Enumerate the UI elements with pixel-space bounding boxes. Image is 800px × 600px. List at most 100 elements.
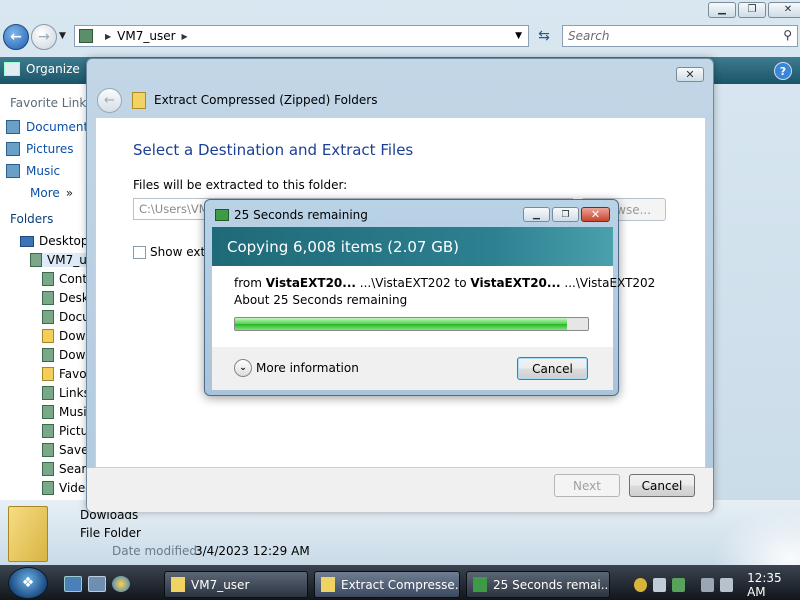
tree-item-desktop[interactable]: Desktop — [20, 234, 89, 248]
refresh-icon[interactable]: ⇆ — [532, 25, 556, 47]
breadcrumb-segment[interactable]: VM7_user — [117, 29, 175, 43]
breadcrumb-chevron-icon[interactable]: ▶ — [105, 32, 111, 41]
music-folder-icon — [42, 405, 54, 419]
explorer-window-controls: ▁ ❐ ✕ — [708, 2, 800, 18]
sidebar-item-label: Music — [26, 164, 61, 178]
wizard-back-button[interactable]: ← — [97, 88, 122, 113]
close-button[interactable]: ✕ — [581, 207, 610, 222]
folder-icon — [171, 577, 185, 592]
sidebar-item-pictures[interactable]: Pictures — [6, 142, 74, 156]
device-icon[interactable] — [672, 578, 686, 592]
progress-fill — [235, 318, 567, 330]
arrow-left-icon: ← — [10, 29, 22, 45]
arrow-left-icon: ← — [104, 93, 115, 108]
copy-source-destination: from VistaEXT20... ...\VistaEXT202 to Vi… — [234, 276, 655, 290]
sidebar-item-label: More — [30, 186, 60, 200]
folder-icon — [8, 506, 48, 562]
favorites-icon — [42, 367, 54, 381]
taskbar-item-extract[interactable]: Extract Compresse... — [314, 571, 460, 598]
source-name-link[interactable]: VistaEXT20... — [266, 276, 356, 290]
dest-name-link[interactable]: VistaEXT20... — [470, 276, 560, 290]
from-word: from — [234, 276, 262, 290]
switch-windows-icon[interactable] — [88, 576, 106, 592]
saved-games-icon — [42, 443, 54, 457]
taskbar-item-label: 25 Seconds remai... — [493, 577, 610, 592]
help-button[interactable]: ? — [774, 62, 792, 80]
dialog-title: 25 Seconds remaining — [234, 208, 368, 222]
breadcrumb-chevron-icon[interactable]: ▶ — [182, 32, 188, 41]
sidebar-item-more[interactable]: More » — [30, 186, 73, 200]
source-path: ...\VistaEXT202 — [359, 276, 451, 290]
taskbar-item-explorer[interactable]: VM7_user — [164, 571, 308, 598]
arrow-right-icon: → — [38, 29, 50, 45]
checkbox-box[interactable] — [133, 245, 146, 259]
videos-icon — [42, 481, 54, 495]
search-icon[interactable]: ⚲ — [783, 28, 792, 42]
dest-path: ...\VistaEXT202 — [564, 276, 656, 290]
dialog-title: Extract Compressed (Zipped) Folders — [154, 93, 378, 107]
copy-icon — [473, 577, 487, 592]
more-information-label: More information — [256, 361, 359, 375]
folder-icon — [42, 329, 54, 343]
organize-label: Organize — [26, 62, 80, 76]
organize-icon — [4, 62, 20, 76]
forward-button[interactable]: → — [31, 24, 57, 50]
copy-icon — [215, 209, 229, 221]
search-input[interactable]: Search ⚲ — [562, 25, 798, 47]
minimize-button[interactable]: ▁ — [523, 207, 550, 222]
user-folder-icon — [30, 253, 42, 267]
close-button[interactable]: ✕ — [676, 67, 704, 82]
taskbar-item-copy[interactable]: 25 Seconds remai... — [466, 571, 610, 598]
show-desktop-icon[interactable] — [64, 576, 82, 592]
details-modified-label: Date modified: — [112, 544, 202, 558]
wizard-heading: Select a Destination and Extract Files — [133, 141, 414, 159]
sidebar-item-music[interactable]: Music — [6, 164, 60, 178]
security-shield-icon[interactable] — [634, 578, 648, 592]
progress-bar — [234, 317, 589, 331]
favorite-links-header: Favorite Links — [10, 96, 93, 110]
desktop-icon — [20, 235, 34, 247]
start-button[interactable]: ❖ — [8, 567, 48, 599]
next-button[interactable]: Next — [554, 474, 620, 497]
notification-area: 12:35 AM — [628, 570, 800, 600]
links-icon — [42, 386, 54, 400]
details-modified-value: 3/4/2023 12:29 AM — [195, 544, 310, 558]
search-placeholder: Search — [568, 29, 610, 43]
sidebar-item-documents[interactable]: Documents — [6, 120, 94, 134]
dialog-window-controls: ▁ ❐ ✕ — [523, 207, 610, 222]
more-information-toggle[interactable]: ⌄ More information — [234, 359, 359, 377]
user-folder-icon — [79, 29, 93, 43]
folders-header[interactable]: Folders — [10, 212, 53, 226]
copy-progress-dialog: 25 Seconds remaining ▁ ❐ ✕ Copying 6,008… — [204, 199, 655, 396]
address-bar[interactable]: ▶ VM7_user ▶ ▼ — [74, 25, 529, 47]
music-icon — [6, 164, 20, 178]
details-type: File Folder — [80, 526, 141, 540]
volume-muted-icon[interactable] — [720, 578, 734, 592]
organize-button[interactable]: Organize — [4, 62, 80, 76]
cancel-button[interactable]: Cancel — [629, 474, 695, 497]
desktop-folder-icon — [42, 291, 54, 305]
maximize-button[interactable]: ❐ — [552, 207, 579, 222]
time-remaining: About 25 Seconds remaining — [234, 293, 408, 307]
internet-explorer-icon[interactable] — [112, 576, 130, 592]
address-dropdown-icon[interactable]: ▼ — [515, 31, 522, 41]
tree-item-label: Desktop — [39, 234, 89, 248]
chevron-down-icon: ⌄ — [234, 359, 252, 377]
destination-label: Files will be extracted to this folder: — [133, 178, 348, 192]
back-button[interactable]: ← — [3, 24, 29, 50]
details-swoosh — [700, 500, 800, 565]
taskbar-item-label: VM7_user — [191, 577, 250, 592]
maximize-button[interactable]: ❐ — [738, 2, 766, 18]
network-disconnected-icon[interactable] — [701, 578, 715, 592]
documents-icon — [6, 120, 20, 134]
to-word: to — [454, 276, 467, 290]
close-button[interactable]: ✕ — [768, 2, 800, 18]
clock[interactable]: 12:35 AM — [747, 571, 800, 599]
minimize-button[interactable]: ▁ — [708, 2, 736, 18]
recent-pages-dropdown[interactable]: ▼ — [59, 31, 66, 41]
sidebar-item-label: Documents — [26, 120, 95, 134]
tree-item-links[interactable]: Links — [42, 386, 90, 400]
network-icon[interactable] — [653, 578, 667, 592]
cancel-copy-button[interactable]: Cancel — [517, 357, 588, 380]
copy-header: Copying 6,008 items (2.07 GB) — [227, 238, 459, 256]
